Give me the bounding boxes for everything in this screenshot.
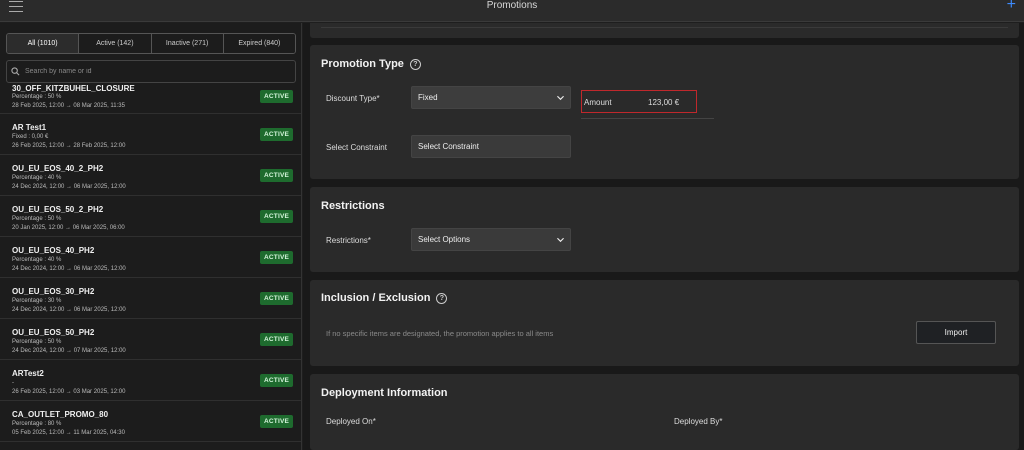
promotion-name: OU_EU_EOS_50_2_PH2: [12, 205, 104, 214]
top-bar: Promotions +: [0, 0, 1024, 22]
promotion-type: Percentage : 80 %: [12, 421, 62, 427]
discount-type-label: Discount Type*: [326, 94, 380, 103]
deployed-on-label: Deployed On*: [326, 417, 376, 426]
section-title: Promotion Type?: [321, 58, 421, 70]
list-item[interactable]: OU_EU_EOS_40_PH2 Percentage : 40 % 24 De…: [0, 237, 301, 278]
restrictions-select[interactable]: Select Options: [411, 228, 571, 251]
promotion-name: AR Test1: [12, 123, 47, 132]
chevron-down-icon: [557, 235, 564, 244]
search-icon: [11, 67, 25, 76]
chevron-down-icon: [557, 93, 564, 102]
list-item[interactable]: 30_OFF_KITZBUHEL_CLOSURE Percentage : 50…: [0, 84, 301, 114]
constraint-select[interactable]: Select Constraint: [411, 135, 571, 158]
section-title: Deployment Information: [321, 387, 448, 399]
promotion-type: Percentage : 50 %: [12, 216, 62, 222]
deployment-section: Deployment Information Deployed On* Depl…: [310, 374, 1019, 450]
promotion-dates: 26 Feb 2025, 12:00 → 03 Mar 2025, 12:00: [12, 389, 126, 395]
promotion-type: -: [12, 380, 14, 386]
list-item[interactable]: OU_EU_EOS_30_PH2 Percentage : 30 % 24 De…: [0, 278, 301, 319]
inclusion-section: Inclusion / Exclusion? If no specific it…: [310, 280, 1019, 366]
promotion-type: Fixed : 0,00 €: [12, 134, 49, 140]
page-title: Promotions: [486, 0, 538, 11]
amount-label: Amount: [584, 98, 612, 107]
promotion-type-section: Promotion Type? Discount Type* Fixed Amo…: [310, 45, 1019, 179]
promotion-list: 30_OFF_KITZBUHEL_CLOSURE Percentage : 50…: [0, 84, 301, 442]
list-item[interactable]: OU_EU_EOS_40_2_PH2 Percentage : 40 % 24 …: [0, 155, 301, 196]
discount-type-select[interactable]: Fixed: [411, 86, 571, 109]
amount-underline: [581, 118, 714, 119]
promotion-dates: 28 Feb 2025, 12:00 → 08 Mar 2025, 11:35: [12, 103, 125, 109]
promotion-dates: 05 Feb 2025, 12:00 → 11 Mar 2025, 04:30: [12, 430, 125, 436]
search-input[interactable]: [25, 68, 285, 75]
list-item[interactable]: OU_EU_EOS_50_2_PH2 Percentage : 50 % 20 …: [0, 196, 301, 237]
tab-active[interactable]: Active (142): [79, 34, 152, 53]
tab-expired[interactable]: Expired (840): [223, 34, 295, 53]
plus-icon[interactable]: +: [1007, 0, 1016, 13]
constraint-value: Select Constraint: [418, 142, 479, 151]
promotion-type: Percentage : 50 %: [12, 339, 62, 345]
promotion-type: Percentage : 30 %: [12, 298, 62, 304]
tab-all[interactable]: All (1010): [7, 34, 80, 53]
discount-type-value: Fixed: [418, 93, 438, 102]
section-title: Restrictions: [321, 200, 385, 212]
promotion-name: ARTest2: [12, 369, 44, 378]
promotion-type: Percentage : 40 %: [12, 175, 62, 181]
promotion-name: OU_EU_EOS_30_PH2: [12, 287, 95, 296]
status-badge: ACTIVE: [260, 251, 294, 264]
promotion-name: OU_EU_EOS_50_PH2: [12, 328, 95, 337]
import-button[interactable]: Import: [916, 321, 996, 344]
tab-inactive[interactable]: Inactive (271): [151, 34, 224, 53]
promotion-name: OU_EU_EOS_40_2_PH2: [12, 164, 104, 173]
restrictions-value: Select Options: [418, 235, 471, 244]
help-icon[interactable]: ?: [409, 58, 421, 70]
promotion-type: Percentage : 40 %: [12, 257, 62, 263]
promotion-name: 30_OFF_KITZBUHEL_CLOSURE: [12, 84, 135, 93]
restrictions-label: Restrictions*: [326, 236, 371, 245]
promotion-dates: 20 Jan 2025, 12:00 → 06 Mar 2025, 06:00: [12, 225, 125, 231]
search-box: [6, 60, 296, 83]
constraint-label: Select Constraint: [326, 143, 387, 152]
status-badge: ACTIVE: [260, 374, 294, 387]
help-icon[interactable]: ?: [436, 292, 448, 304]
status-badge: ACTIVE: [260, 90, 294, 103]
previous-section: [310, 23, 1019, 38]
list-item[interactable]: AR Test1 Fixed : 0,00 € 26 Feb 2025, 12:…: [0, 114, 301, 155]
restrictions-section: Restrictions Restrictions* Select Option…: [310, 187, 1019, 272]
promotion-dates: 24 Dec 2024, 12:00 → 06 Mar 2025, 12:00: [12, 307, 126, 313]
filter-tabs: All (1010) Active (142) Inactive (271) E…: [6, 33, 296, 54]
promotion-name: CA_OUTLET_PROMO_80: [12, 410, 109, 419]
inclusion-note: If no specific items are designated, the…: [326, 329, 554, 338]
promotion-name: OU_EU_EOS_40_PH2: [12, 246, 95, 255]
promotion-dates: 26 Feb 2025, 12:00 → 28 Feb 2025, 12:00: [12, 143, 126, 149]
promotion-type: Percentage : 50 %: [12, 94, 62, 100]
deployed-by-label: Deployed By*: [674, 417, 723, 426]
promotions-sidebar: All (1010) Active (142) Inactive (271) E…: [0, 23, 302, 450]
amount-field[interactable]: Amount 123,00 €: [581, 90, 697, 113]
section-title: Inclusion / Exclusion?: [321, 292, 448, 304]
status-badge: ACTIVE: [260, 169, 294, 182]
status-badge: ACTIVE: [260, 210, 294, 223]
status-badge: ACTIVE: [260, 415, 294, 428]
list-item[interactable]: OU_EU_EOS_50_PH2 Percentage : 50 % 24 De…: [0, 319, 301, 360]
promotion-dates: 24 Dec 2024, 12:00 → 06 Mar 2025, 12:00: [12, 266, 126, 272]
status-badge: ACTIVE: [260, 292, 294, 305]
promotion-dates: 24 Dec 2024, 12:00 → 07 Mar 2025, 12:00: [12, 348, 126, 354]
promotion-editor: Promotion Type? Discount Type* Fixed Amo…: [303, 23, 1024, 450]
status-badge: ACTIVE: [260, 128, 294, 141]
list-item[interactable]: ARTest2 - 26 Feb 2025, 12:00 → 03 Mar 20…: [0, 360, 301, 401]
list-item[interactable]: CA_OUTLET_PROMO_80 Percentage : 80 % 05 …: [0, 401, 301, 442]
amount-value: 123,00 €: [648, 98, 680, 107]
promotion-dates: 24 Dec 2024, 12:00 → 06 Mar 2025, 12:00: [12, 184, 126, 190]
status-badge: ACTIVE: [260, 333, 294, 346]
